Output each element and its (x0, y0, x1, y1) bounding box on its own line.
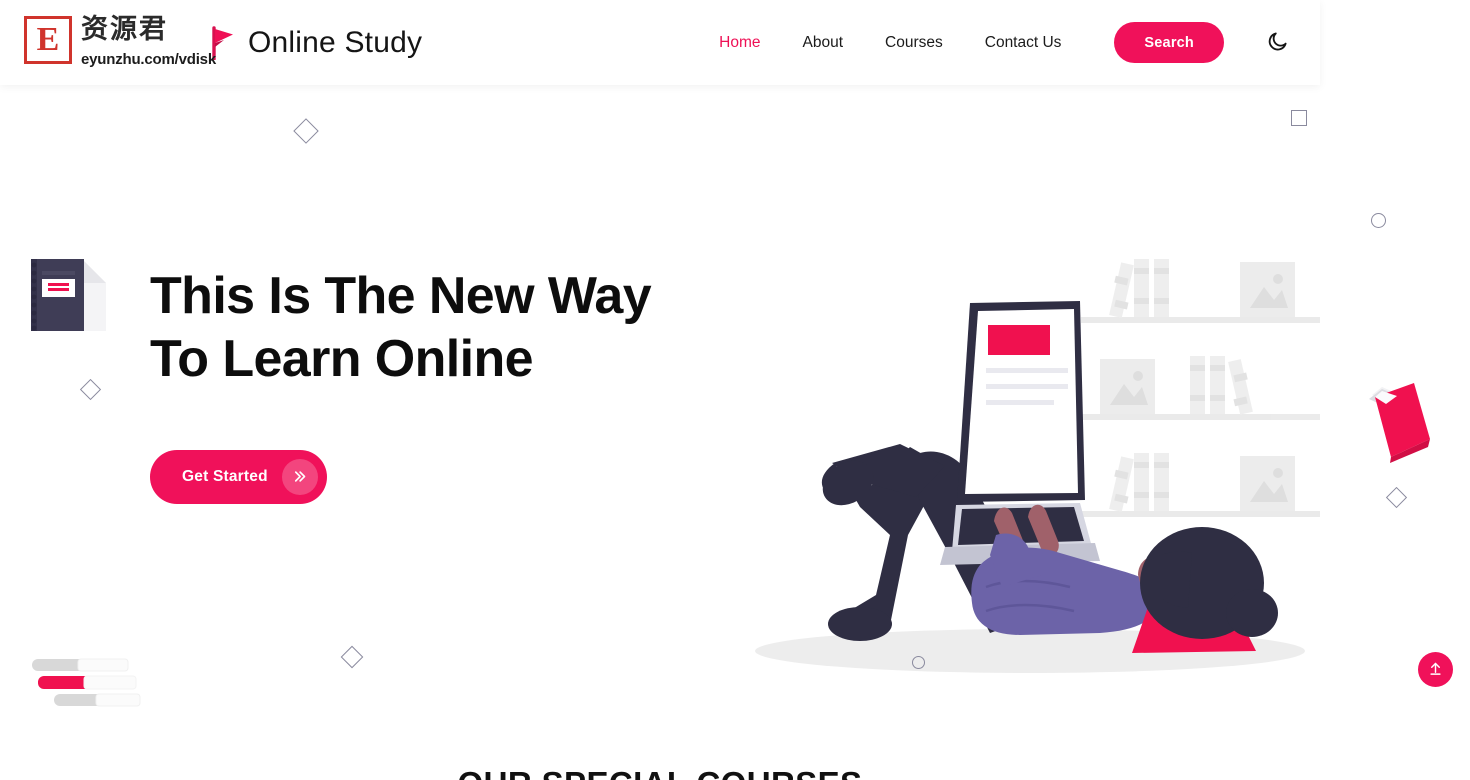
brand-logo[interactable]: Online Study (210, 25, 423, 61)
person-reading-laptop-illustration (740, 235, 1330, 680)
brand-title: Online Study (248, 25, 423, 59)
nav-item-home[interactable]: Home (698, 34, 781, 52)
get-started-button[interactable]: Get Started (150, 449, 327, 504)
scroll-to-top-button[interactable] (1418, 652, 1453, 687)
decoration-diamond-4 (340, 645, 364, 669)
tilted-pink-book-graphic (1362, 377, 1437, 469)
special-courses-section: OUR SPECIAL COURSES (0, 695, 1320, 780)
decoration-diamond-2 (79, 378, 102, 401)
nav-item-about[interactable]: About (782, 34, 865, 52)
double-chevron-right-icon (281, 458, 318, 495)
hero-section: This Is The New Way To Learn Online Get … (0, 85, 1430, 707)
theme-toggle-button[interactable] (1262, 28, 1292, 58)
hero-title: This Is The New Way To Learn Online (150, 265, 770, 392)
hero-copy: This Is The New Way To Learn Online Get … (150, 265, 770, 504)
decoration-circle-1 (1371, 213, 1386, 228)
page-root: Online Study Home About Courses Contact … (0, 0, 1470, 780)
search-button[interactable]: Search (1114, 22, 1224, 63)
decoration-circle-2 (912, 656, 925, 669)
decoration-diamond-1 (293, 118, 319, 144)
flag-icon (210, 25, 236, 61)
moon-icon (1266, 30, 1289, 56)
spiral-notebook-graphic (26, 253, 112, 339)
nav-item-contact-us[interactable]: Contact Us (964, 34, 1083, 52)
hero-title-line-2: To Learn Online (150, 330, 534, 389)
site-header: Online Study Home About Courses Contact … (0, 0, 1320, 85)
hero-title-line-1: This Is The New Way (150, 267, 652, 325)
special-courses-heading: OUR SPECIAL COURSES (458, 765, 863, 780)
main-navigation: Home About Courses Contact Us Search (698, 22, 1320, 63)
get-started-label: Get Started (182, 467, 268, 485)
arrow-up-icon (1428, 661, 1443, 679)
nav-item-courses[interactable]: Courses (864, 34, 964, 52)
stacked-books-graphic (26, 657, 156, 709)
decoration-square-1 (1291, 110, 1307, 126)
